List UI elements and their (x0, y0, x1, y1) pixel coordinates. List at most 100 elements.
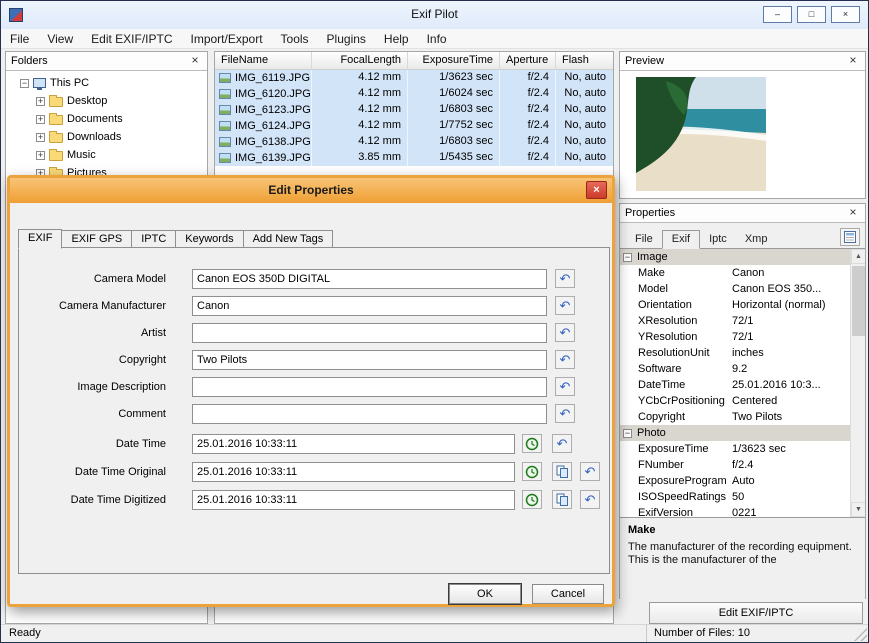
tab-file[interactable]: File (626, 231, 662, 248)
undo-button[interactable]: ↶ (555, 323, 575, 342)
cancel-button[interactable]: Cancel (532, 584, 604, 604)
scroll-down-icon[interactable]: ▼ (851, 502, 865, 517)
file-row[interactable]: IMG_6119.JPG 4.12 mm 1/3623 sec f/2.4 No… (215, 70, 613, 86)
properties-panel-title: Properties (625, 207, 846, 219)
undo-button[interactable]: ↶ (555, 377, 575, 396)
menu-edit-exif-iptc[interactable]: Edit EXIF/IPTC (82, 30, 181, 48)
property-row[interactable]: DateTime25.01.2016 10:3... (620, 377, 865, 393)
menu-help[interactable]: Help (375, 30, 418, 48)
property-group-image[interactable]: − Image (620, 249, 865, 265)
image-description-input[interactable] (192, 377, 547, 397)
property-row[interactable]: Software9.2 (620, 361, 865, 377)
file-row[interactable]: IMG_6139.JPG 3.85 mm 1/5435 sec f/2.4 No… (215, 150, 613, 166)
tab-iptc[interactable]: Iptc (700, 231, 736, 248)
preview-close-icon[interactable]: × (846, 54, 860, 68)
tree-item-this-pc[interactable]: − This PC (6, 74, 207, 92)
tree-item-documents[interactable]: + Documents (6, 110, 207, 128)
folders-close-icon[interactable]: × (188, 54, 202, 68)
close-button[interactable]: × (831, 6, 860, 23)
image-file-icon (219, 73, 231, 83)
property-row[interactable]: OrientationHorizontal (normal) (620, 297, 865, 313)
tab-exif[interactable]: EXIF (18, 229, 62, 249)
tree-item-music[interactable]: + Music (6, 146, 207, 164)
menu-import-export[interactable]: Import/Export (182, 30, 272, 48)
column-header-flash[interactable]: Flash (556, 52, 612, 69)
date-time-original-input[interactable] (192, 462, 515, 482)
property-row[interactable]: YCbCrPositioningCentered (620, 393, 865, 409)
column-header-exposuretime[interactable]: ExposureTime (408, 52, 500, 69)
property-row[interactable]: ExifVersion0221 (620, 505, 865, 517)
menu-info[interactable]: Info (418, 30, 456, 48)
scroll-up-icon[interactable]: ▲ (851, 249, 865, 264)
expander-icon[interactable]: + (36, 97, 45, 106)
dialog-close-button[interactable]: × (586, 181, 607, 199)
camera-manufacturer-input[interactable] (192, 296, 547, 316)
menu-tools[interactable]: Tools (272, 30, 318, 48)
expander-icon[interactable]: + (36, 151, 45, 160)
collapse-icon[interactable]: − (623, 253, 632, 262)
property-row[interactable]: ResolutionUnitinches (620, 345, 865, 361)
copy-icon (556, 465, 569, 478)
minimize-button[interactable]: – (763, 6, 792, 23)
property-row[interactable]: YResolution72/1 (620, 329, 865, 345)
property-row[interactable]: FNumberf/2.4 (620, 457, 865, 473)
property-row[interactable]: ExposureTime1/3623 sec (620, 441, 865, 457)
tab-xmp[interactable]: Xmp (736, 231, 777, 248)
undo-button[interactable]: ↶ (555, 350, 575, 369)
properties-close-icon[interactable]: × (846, 206, 860, 220)
properties-options-icon[interactable] (840, 228, 860, 246)
property-row[interactable]: CopyrightTwo Pilots (620, 409, 865, 425)
undo-button[interactable]: ↶ (580, 462, 600, 481)
artist-input[interactable] (192, 323, 547, 343)
camera-model-input[interactable] (192, 269, 547, 289)
date-time-digitized-input[interactable] (192, 490, 515, 510)
file-row[interactable]: IMG_6124.JPG 4.12 mm 1/7752 sec f/2.4 No… (215, 118, 613, 134)
edit-exif-iptc-button[interactable]: Edit EXIF/IPTC (649, 602, 863, 624)
maximize-button[interactable]: □ (797, 6, 826, 23)
file-row[interactable]: IMG_6138.JPG 4.12 mm 1/6803 sec f/2.4 No… (215, 134, 613, 150)
property-row[interactable]: MakeCanon (620, 265, 865, 281)
menu-file[interactable]: File (1, 30, 38, 48)
expander-icon[interactable]: + (36, 115, 45, 124)
tab-iptc[interactable]: IPTC (132, 230, 176, 248)
tab-add-new-tags[interactable]: Add New Tags (244, 230, 334, 248)
scrollbar-thumb[interactable] (852, 266, 865, 336)
resize-grip[interactable] (854, 628, 867, 641)
tree-item-downloads[interactable]: + Downloads (6, 128, 207, 146)
undo-button[interactable]: ↶ (555, 269, 575, 288)
expander-icon[interactable]: − (20, 79, 29, 88)
file-row[interactable]: IMG_6123.JPG 4.12 mm 1/6803 sec f/2.4 No… (215, 102, 613, 118)
file-row[interactable]: IMG_6120.JPG 4.12 mm 1/6024 sec f/2.4 No… (215, 86, 613, 102)
column-header-aperture[interactable]: Aperture (500, 52, 556, 69)
comment-input[interactable] (192, 404, 547, 424)
undo-button[interactable]: ↶ (552, 434, 572, 453)
tab-keywords[interactable]: Keywords (176, 230, 243, 248)
tree-item-desktop[interactable]: + Desktop (6, 92, 207, 110)
menu-plugins[interactable]: Plugins (318, 30, 375, 48)
clock-button[interactable] (522, 490, 542, 509)
expander-icon[interactable]: + (36, 133, 45, 142)
property-grid-scrollbar[interactable]: ▲ ▼ (850, 249, 865, 517)
undo-button[interactable]: ↶ (580, 490, 600, 509)
clock-button[interactable] (522, 462, 542, 481)
copy-button[interactable] (552, 462, 572, 481)
clock-button[interactable] (522, 434, 542, 453)
property-row[interactable]: ExposureProgramAuto (620, 473, 865, 489)
ok-button[interactable]: OK (449, 584, 521, 604)
menu-view[interactable]: View (38, 30, 82, 48)
property-row[interactable]: XResolution72/1 (620, 313, 865, 329)
column-header-focallength[interactable]: FocalLength (312, 52, 408, 69)
copy-button[interactable] (552, 490, 572, 509)
collapse-icon[interactable]: − (623, 429, 632, 438)
copyright-input[interactable] (192, 350, 547, 370)
date-time-input[interactable] (192, 434, 515, 454)
column-header-filename[interactable]: FileName (215, 52, 312, 69)
property-row[interactable]: ModelCanon EOS 350... (620, 281, 865, 297)
tab-exif-gps[interactable]: EXIF GPS (62, 230, 132, 248)
property-group-photo[interactable]: − Photo (620, 425, 865, 441)
property-description-text: The manufacturer of the recording equipm… (628, 541, 857, 567)
undo-button[interactable]: ↶ (555, 404, 575, 423)
property-row[interactable]: ISOSpeedRatings50 (620, 489, 865, 505)
undo-button[interactable]: ↶ (555, 296, 575, 315)
tab-exif[interactable]: Exif (662, 230, 700, 249)
